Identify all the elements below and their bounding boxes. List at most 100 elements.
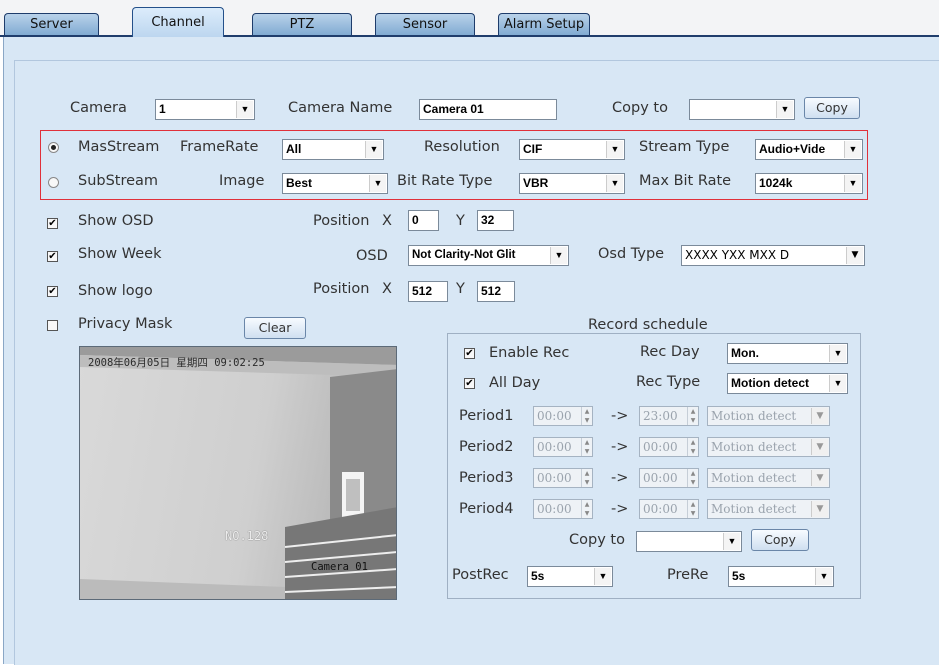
osd-x-input[interactable]: 0 — [408, 210, 439, 231]
chevron-down-icon: ▼ — [811, 501, 828, 517]
osd-x-label: X — [382, 213, 392, 229]
logo-position-label: Position — [313, 281, 370, 297]
period3-label: Period3 — [459, 470, 514, 486]
chevron-down-icon: ▼ — [776, 101, 793, 118]
schedule-copy-button[interactable]: Copy — [751, 529, 809, 551]
chevron-down-icon: ▼ — [606, 141, 623, 158]
period4-start[interactable]: 00:00 ▲ ▼ — [533, 499, 593, 519]
checkmark-icon: ✔ — [48, 286, 57, 297]
stream-type-select[interactable]: Audio+Vide ▼ — [755, 139, 863, 160]
chevron-down-icon: ▼ — [550, 247, 567, 264]
chevron-down-icon: ▼ — [811, 470, 828, 486]
privacy-mask-checkbox[interactable] — [47, 320, 58, 331]
resolution-select[interactable]: CIF ▼ — [519, 139, 625, 160]
all-day-checkbox[interactable]: ✔ — [464, 378, 475, 389]
prerec-label: PreRe — [667, 567, 709, 583]
spin-arrows-icon: ▲ ▼ — [581, 407, 592, 425]
period4-label: Period4 — [459, 501, 514, 517]
chevron-down-icon: ▼ — [606, 175, 623, 192]
privacy-mask-label: Privacy Mask — [78, 316, 173, 332]
logo-y-input[interactable]: 512 — [477, 281, 515, 302]
osd-type-select[interactable]: XXXX YXX MXX D ▼ — [681, 245, 865, 266]
max-bitrate-select[interactable]: 1024k ▼ — [755, 173, 863, 194]
tab-channel[interactable]: Channel — [132, 7, 224, 37]
camera-select[interactable]: 1 ▼ — [155, 99, 255, 120]
period4-end[interactable]: 00:00 ▲ ▼ — [639, 499, 699, 519]
rec-type-label: Rec Type — [636, 374, 701, 390]
chevron-down-icon: ▼ — [815, 568, 832, 585]
period3-type[interactable]: Motion detect ▼ — [707, 468, 830, 488]
show-osd-checkbox[interactable]: ✔ — [47, 218, 58, 229]
max-bitrate-label: Max Bit Rate — [639, 173, 732, 189]
checkmark-icon: ✔ — [465, 348, 474, 359]
period3-arrow: -> — [611, 470, 629, 486]
camera-name-input[interactable]: Camera 01 — [419, 99, 557, 120]
spin-arrows-icon: ▲ ▼ — [687, 469, 698, 487]
period2-type[interactable]: Motion detect ▼ — [707, 437, 830, 457]
period2-end[interactable]: 00:00 ▲ ▼ — [639, 437, 699, 457]
period3-end[interactable]: 00:00 ▲ ▼ — [639, 468, 699, 488]
period1-start[interactable]: 00:00 ▲ ▼ — [533, 406, 593, 426]
mainstream-radio[interactable] — [48, 142, 59, 153]
enable-rec-label: Enable Rec — [489, 345, 570, 361]
stream-type-label: Stream Type — [639, 139, 730, 155]
show-osd-label: Show OSD — [78, 213, 154, 229]
period4-type[interactable]: Motion detect ▼ — [707, 499, 830, 519]
chevron-down-icon: ▼ — [844, 141, 861, 158]
image-select[interactable]: Best ▼ — [282, 173, 388, 194]
chevron-down-icon: ▼ — [594, 568, 611, 585]
spin-arrows-icon: ▲ ▼ — [581, 438, 592, 456]
record-schedule-title: Record schedule — [584, 317, 712, 333]
enable-rec-checkbox[interactable]: ✔ — [464, 348, 475, 359]
osd-y-label: Y — [456, 213, 465, 229]
osd-y-input[interactable]: 32 — [477, 210, 514, 231]
copy-to-select[interactable]: ▼ — [689, 99, 795, 120]
logo-x-label: X — [382, 281, 392, 297]
tab-sensor[interactable]: Sensor — [375, 13, 475, 36]
checkmark-icon: ✔ — [48, 218, 57, 229]
schedule-copy-to-select[interactable]: ▼ — [636, 531, 742, 552]
spin-arrows-icon: ▲ ▼ — [687, 407, 698, 425]
chevron-down-icon: ▼ — [369, 175, 386, 192]
show-week-checkbox[interactable]: ✔ — [47, 251, 58, 262]
rec-day-label: Rec Day — [640, 344, 700, 360]
tab-ptz[interactable]: PTZ — [252, 13, 352, 36]
framerate-label: FrameRate — [180, 139, 259, 155]
tab-server[interactable]: Server — [4, 13, 99, 36]
period3-start[interactable]: 00:00 ▲ ▼ — [533, 468, 593, 488]
chevron-down-icon: ▼ — [829, 345, 846, 362]
bitrate-type-label: Bit Rate Type — [397, 173, 493, 189]
clear-button[interactable]: Clear — [244, 317, 306, 339]
osd-type-label: Osd Type — [598, 246, 665, 262]
postrec-select[interactable]: 5s ▼ — [527, 566, 613, 587]
osd-position-label: Position — [313, 213, 370, 229]
checkmark-icon: ✔ — [48, 251, 57, 262]
osd-label: OSD — [356, 248, 388, 264]
chevron-down-icon: ▼ — [829, 375, 846, 392]
logo-x-input[interactable]: 512 — [408, 281, 448, 302]
bitrate-type-select[interactable]: VBR ▼ — [519, 173, 625, 194]
substream-radio[interactable] — [48, 177, 59, 188]
period1-end[interactable]: 23:00 ▲ ▼ — [639, 406, 699, 426]
osd-select[interactable]: Not Clarity-Not Glit ▼ — [408, 245, 569, 266]
prerec-select[interactable]: 5s ▼ — [728, 566, 834, 587]
period1-arrow: -> — [611, 408, 629, 424]
image-label: Image — [219, 173, 265, 189]
checkmark-icon: ✔ — [465, 378, 474, 389]
preview-camera-label: Camera 01 — [311, 561, 368, 573]
tab-alarm-setup[interactable]: Alarm Setup — [498, 13, 590, 36]
period1-label: Period1 — [459, 408, 514, 424]
copy-button[interactable]: Copy — [804, 97, 860, 119]
period1-type[interactable]: Motion detect ▼ — [707, 406, 830, 426]
framerate-select[interactable]: All ▼ — [282, 139, 384, 160]
rec-day-select[interactable]: Mon. ▼ — [727, 343, 848, 364]
period4-arrow: -> — [611, 501, 629, 517]
camera-preview[interactable]: 2008年06月05日 星期四 09:02:25 NO.128 Camera 0… — [79, 346, 397, 600]
spin-arrows-icon: ▲ ▼ — [687, 438, 698, 456]
spin-arrows-icon: ▲ ▼ — [581, 500, 592, 518]
chevron-down-icon: ▼ — [723, 533, 740, 550]
preview-timestamp: 2008年06月05日 星期四 09:02:25 — [88, 357, 265, 369]
show-logo-checkbox[interactable]: ✔ — [47, 286, 58, 297]
rec-type-select[interactable]: Motion detect ▼ — [727, 373, 848, 394]
period2-start[interactable]: 00:00 ▲ ▼ — [533, 437, 593, 457]
